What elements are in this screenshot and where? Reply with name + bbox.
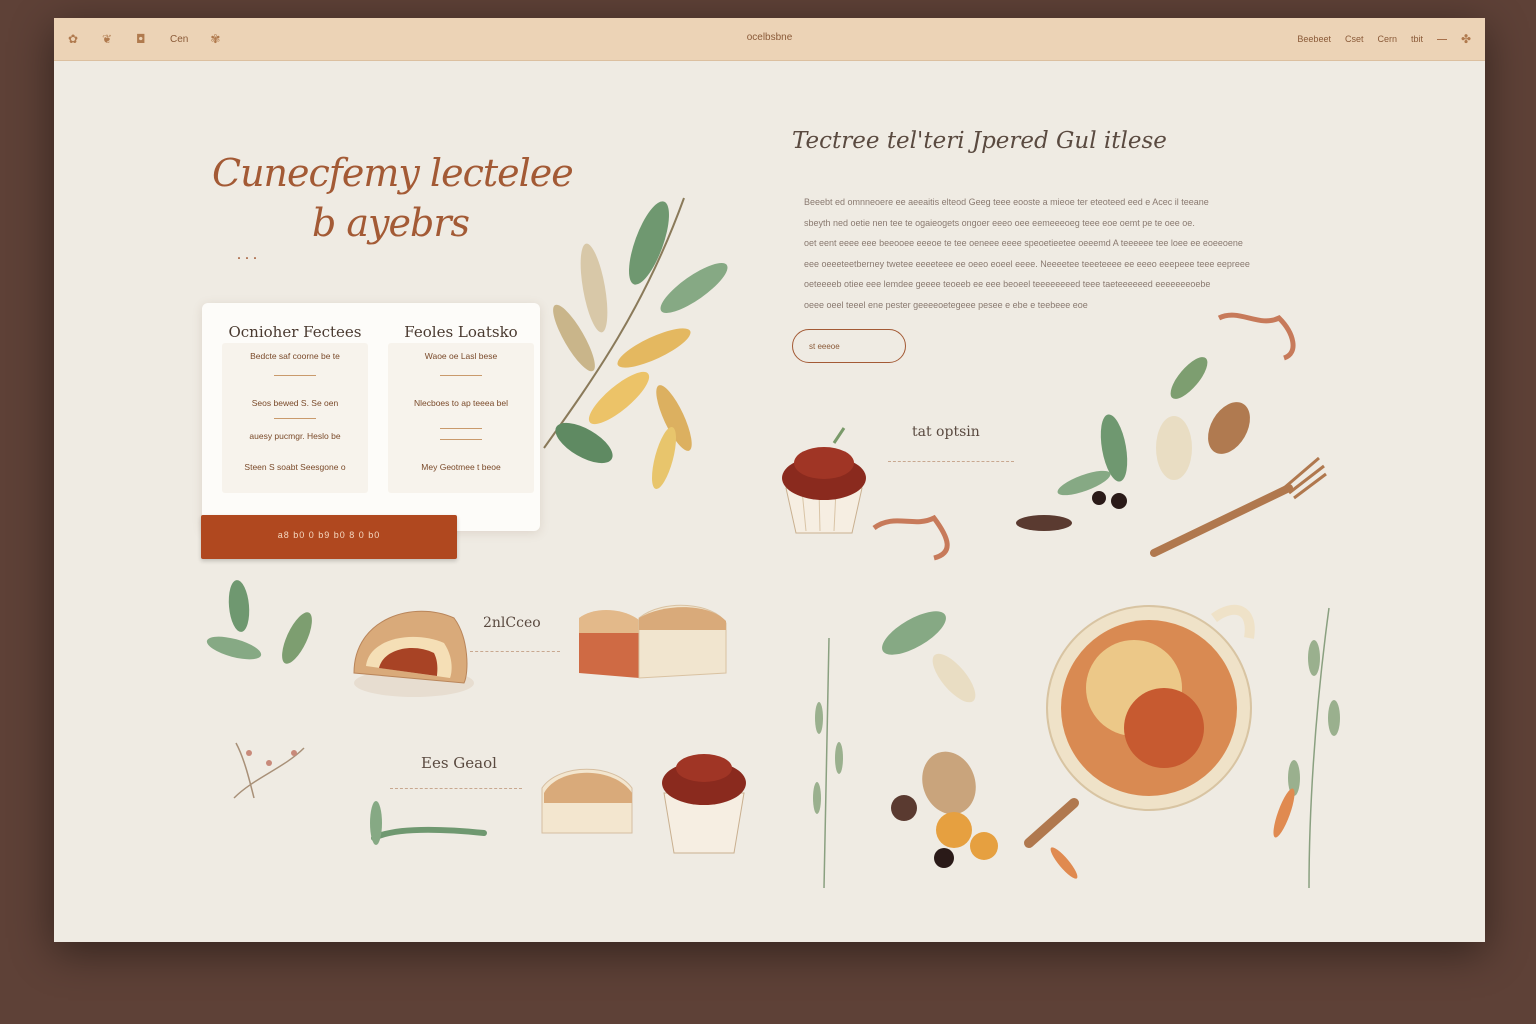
divider: [274, 375, 316, 376]
secondary-button-label: st eeeoe: [809, 342, 840, 351]
hero-title: Cunecfemy lectelee b ayebrs: [212, 148, 632, 248]
card-column-1: Ocnioher Fectees Bedcte saf coorne be te…: [222, 323, 368, 493]
card-column-1-row[interactable]: Seos bewed S. Se oen: [222, 398, 368, 408]
card-column-1-row[interactable]: Bedcte saf coorne be te: [222, 351, 368, 361]
divider: [440, 375, 482, 376]
card-column-1-row[interactable]: Steen S soabt Seesgone o: [222, 462, 368, 472]
divider: [440, 428, 482, 429]
casserole-pan-illustration: [1024, 604, 1255, 848]
bread-muffin-illustration: [541, 754, 746, 854]
paragraph-line: oet eent eeee eee beeooee eeeoe te tee o…: [804, 238, 1243, 248]
description-paragraph: Beeebt ed omnneoere ee aeeaitis elteod G…: [804, 192, 1314, 315]
section-label-options: tat optsin: [912, 424, 980, 440]
cupcake-illustration: [782, 427, 866, 534]
dashed-divider: [470, 651, 560, 652]
dashed-divider: [390, 788, 522, 789]
dashed-divider: [888, 461, 1014, 462]
paragraph-line: oeteeeeb otiee eee lemdee geeee teoeeb e…: [804, 279, 1211, 289]
section-label-pastries: 2nlCceo: [483, 615, 541, 631]
paragraph-line: oeee oeel teeel ene pester geeeeoetegeee…: [804, 299, 1088, 310]
hero-dots: ...: [237, 246, 261, 263]
paragraph-line: eee oeeeteetberney twetee eeeeteee ee oe…: [804, 258, 1250, 269]
recipe-card: Ocnioher Fectees Bedcte saf coorne be te…: [202, 303, 540, 531]
card-column-2: Feoles Loatsko Waoe oe Lasl bese Nlecboe…: [388, 323, 534, 493]
browser-window: ✿ ❦ ◘ Cen ✾ ocelbsbne Beebeet Cset Cern …: [54, 18, 1485, 942]
card-column-2-row[interactable]: Mey Geotmee t beoe: [388, 462, 534, 472]
divider: [440, 439, 482, 440]
section-label-goods: Ees Geaol: [421, 754, 497, 772]
paragraph-line: Beeebt ed omnneoere ee aeeaitis elteod G…: [804, 197, 1209, 207]
card-column-1-title: Ocnioher Fectees: [228, 323, 362, 341]
spoon-herbs-illustration: [1016, 357, 1327, 557]
card-column-2-row[interactable]: Nlecboes to ap teeea bel: [388, 398, 534, 408]
hero-title-line2: b ayebrs: [312, 201, 470, 245]
primary-cta-label: a8 b0 0 b9 b0 8 0 b0: [277, 530, 381, 540]
secondary-outline-button[interactable]: st eeeoe: [792, 329, 906, 363]
hero-title-line1: Cunecfemy lectelee: [212, 151, 574, 195]
section-title: Tectree tel'teri Jpered Gul itlese: [792, 128, 1167, 154]
card-column-2-title: Feoles Loatsko: [404, 323, 518, 341]
card-column-1-row[interactable]: auesy pucmgr. Heslo be: [222, 431, 368, 441]
nuts-fruit-illustration: [891, 751, 998, 868]
divider: [274, 418, 316, 419]
card-column-2-row[interactable]: Waoe oe Lasl bese: [388, 351, 534, 361]
paragraph-line: sbeyth ned oetie nen tee te ogaieogets o…: [804, 217, 1195, 228]
primary-cta-button[interactable]: a8 b0 0 b9 b0 8 0 b0: [201, 515, 457, 559]
